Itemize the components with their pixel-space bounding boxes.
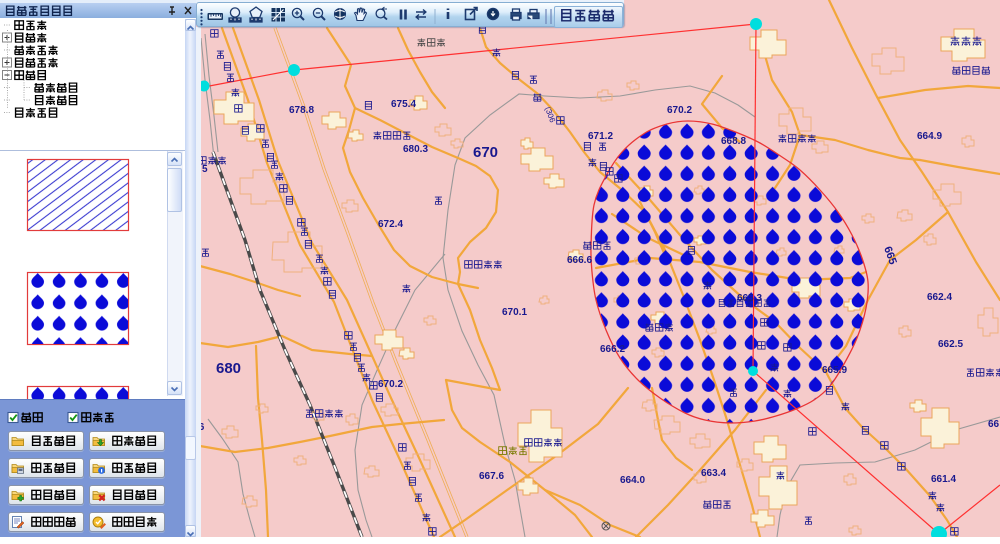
svg-text:663.4: 663.4 <box>701 468 726 479</box>
svg-text:665.9: 665.9 <box>822 365 847 376</box>
svg-text:672.4: 672.4 <box>378 219 403 230</box>
svg-text:670.2: 670.2 <box>667 105 692 116</box>
svg-text:661.4: 661.4 <box>931 474 956 485</box>
svg-text:667.6: 667.6 <box>479 471 504 482</box>
svg-text:671.2: 671.2 <box>588 131 613 142</box>
svg-text:664.0: 664.0 <box>620 475 645 486</box>
svg-text:664.9: 664.9 <box>917 131 942 142</box>
svg-text:670: 670 <box>473 144 498 161</box>
svg-text:670.1: 670.1 <box>502 307 527 318</box>
svg-text:666.6: 666.6 <box>567 255 592 266</box>
svg-text:668.8: 668.8 <box>721 136 746 147</box>
svg-text:66: 66 <box>988 419 1000 430</box>
svg-text:670.2: 670.2 <box>378 379 403 390</box>
svg-text:665.3: 665.3 <box>737 293 762 304</box>
svg-text:666.2: 666.2 <box>600 344 625 355</box>
svg-text:5: 5 <box>202 164 208 175</box>
svg-text:678.8: 678.8 <box>289 105 314 116</box>
svg-text:680: 680 <box>216 360 241 377</box>
svg-text:675.4: 675.4 <box>391 99 416 110</box>
svg-text:662.5: 662.5 <box>938 339 963 350</box>
svg-text:662.4: 662.4 <box>927 292 952 303</box>
svg-text:680.3: 680.3 <box>403 144 428 155</box>
